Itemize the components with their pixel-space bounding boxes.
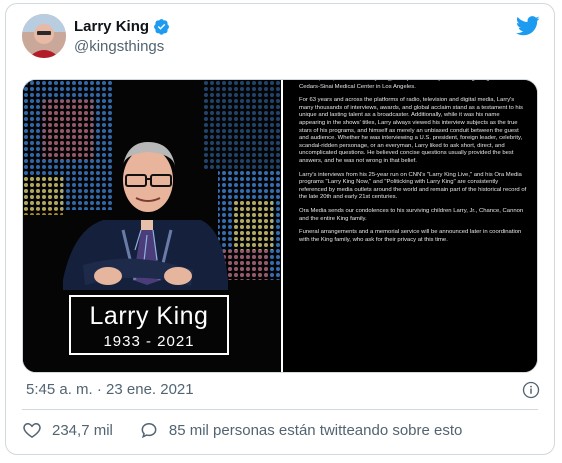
statement-paragraph: For 63 years and across the platforms of… — [299, 97, 523, 164]
like-count[interactable]: 234,7 mil — [52, 422, 113, 439]
tweet-card: Larry King @kingsthings Larry King 1933 … — [5, 3, 555, 455]
tribute-photo: Larry King 1933 - 2021 — [23, 80, 281, 372]
tweet-actions: 234,7 mil 85 mil personas están twittean… — [22, 420, 462, 440]
name-plate-name: Larry King — [89, 302, 209, 330]
info-icon[interactable] — [522, 381, 540, 399]
user-handle[interactable]: @kingsthings — [74, 38, 164, 55]
name-plate-years: 1933 - 2021 — [103, 333, 195, 350]
conversation-link[interactable]: 85 mil personas están twitteando sobre e… — [169, 422, 463, 439]
verified-badge-icon — [154, 19, 169, 35]
statement-paragraph: Funeral arrangements and a memorial serv… — [299, 229, 522, 243]
heart-icon[interactable] — [22, 420, 42, 440]
divider — [22, 409, 538, 410]
display-name[interactable]: Larry King — [74, 18, 149, 35]
twitter-bird-icon[interactable] — [516, 16, 540, 36]
tweet-media[interactable]: Larry King 1933 - 2021 founder, host, an… — [22, 79, 538, 373]
name-plate: Larry King 1933 - 2021 — [69, 295, 229, 355]
tweet-timestamp[interactable]: 5:45 a. m. · 23 ene. 2021 — [26, 381, 194, 398]
avatar[interactable] — [22, 14, 66, 58]
statement-paragraph: Ora Media sends our condolences to his s… — [299, 207, 524, 222]
statement-paragraph: Larry's interviews from his 25-year run … — [299, 171, 527, 201]
statement-image: founder, host, and friend Larry King, wh… — [283, 80, 537, 372]
speech-bubble-icon[interactable] — [139, 420, 159, 440]
statement-paragraph: founder, host, and friend Larry King, wh… — [299, 80, 508, 90]
